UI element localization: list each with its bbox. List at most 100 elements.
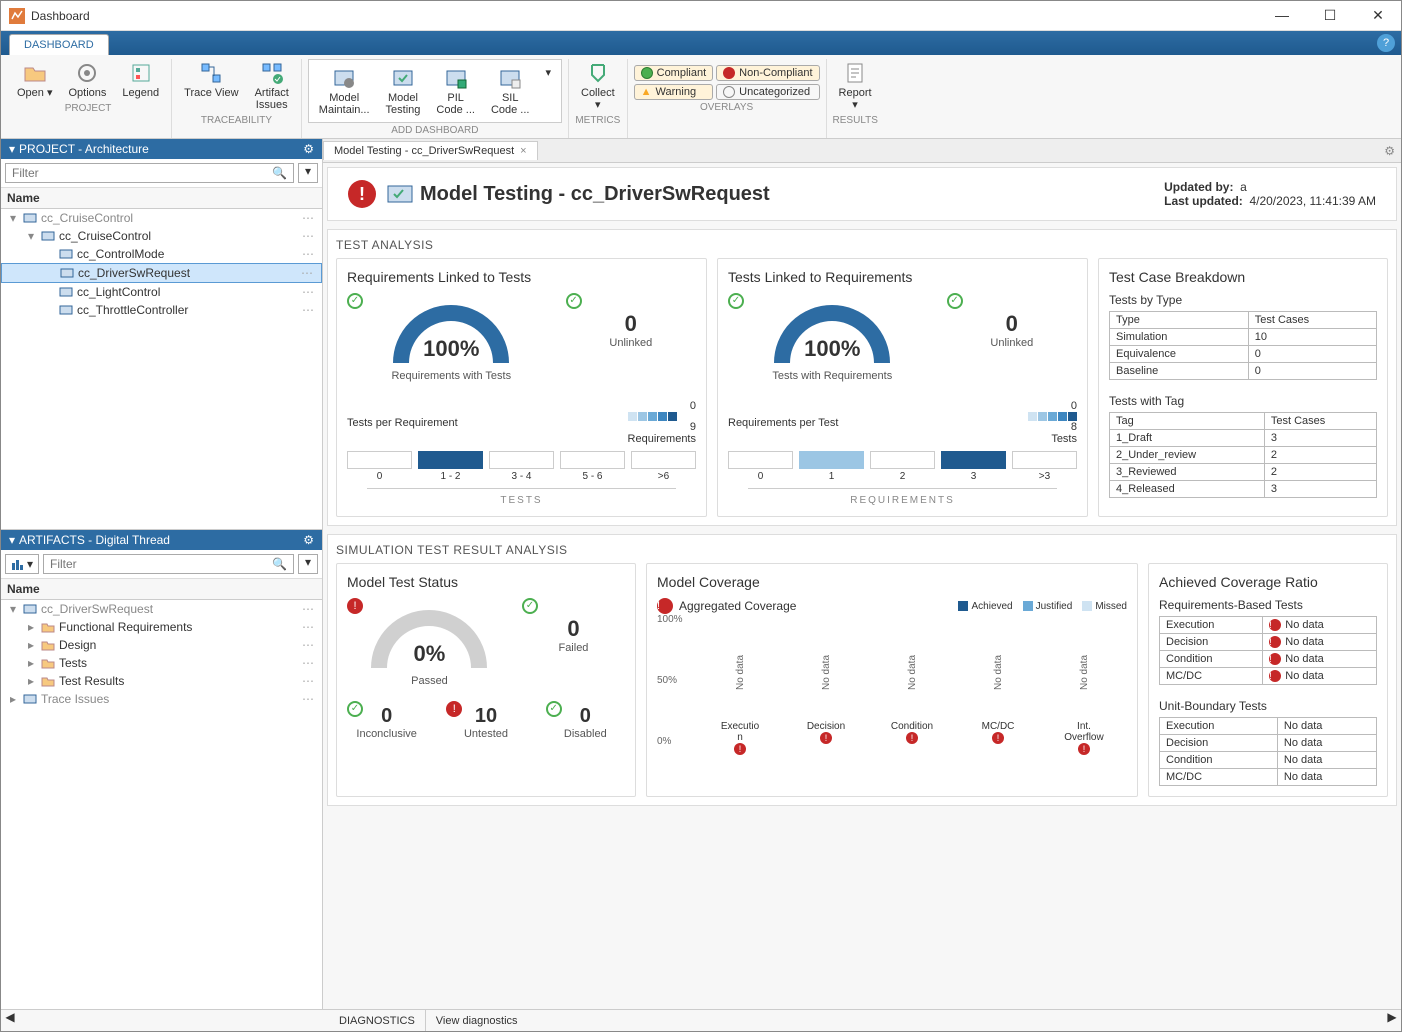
tree-item-menu-icon[interactable]: ⋯ [302,285,318,299]
overlay-compliant[interactable]: Compliant [634,65,714,81]
document-tab[interactable]: Model Testing - cc_DriverSwRequest× [323,141,538,160]
tree-item[interactable]: ▸Functional Requirements⋯ [1,618,322,636]
table-row[interactable]: Condition!No data [1160,651,1377,668]
artifacts-tree[interactable]: ▾cc_DriverSwRequest⋯▸Functional Requirem… [1,600,322,1009]
tree-item-menu-icon[interactable]: ⋯ [302,674,318,688]
tree-item-menu-icon[interactable]: ⋯ [302,602,318,616]
search-icon[interactable]: 🔍 [266,555,293,573]
table-row[interactable]: MC/DC!No data [1160,668,1377,685]
table-row[interactable]: 2_Under_review2 [1110,447,1377,464]
tree-item-menu-icon[interactable]: ⋯ [302,656,318,670]
tree-item[interactable]: ▸Test Results⋯ [1,672,322,690]
table-row[interactable]: 4_Released3 [1110,481,1377,498]
tree-item-menu-icon[interactable]: ⋯ [302,247,318,261]
model-maintain-button[interactable]: Model Maintain... [313,64,376,118]
artifacts-view-toggle[interactable]: ▾ [5,554,39,574]
scroll-right-button[interactable]: ▶ [1383,1010,1401,1031]
table-row[interactable]: ConditionNo data [1160,752,1377,769]
tree-item[interactable]: cc_ThrottleController⋯ [1,301,322,319]
table-row[interactable]: Simulation10 [1110,329,1377,346]
table-row[interactable]: 3_Reviewed2 [1110,464,1377,481]
tree-toggle-icon[interactable]: ▸ [25,674,37,688]
project-filter-dropdown[interactable]: ▾ [298,163,318,183]
help-button[interactable]: ? [1377,34,1395,52]
artifacts-filter[interactable]: 🔍 [43,554,294,574]
tree-toggle-icon[interactable]: ▾ [7,211,19,225]
dist-bin[interactable]: >3 [1012,451,1077,482]
ribbon-tab-dashboard[interactable]: DASHBOARD [9,34,109,55]
close-button[interactable]: ✕ [1363,7,1393,24]
dist-bin[interactable]: 3 - 4 [489,451,554,482]
search-icon[interactable]: 🔍 [266,164,293,182]
artifacts-panel-gear-icon[interactable]: ⚙ [303,533,314,547]
tree-toggle-icon[interactable]: ▾ [7,602,19,616]
dist-bin[interactable]: 1 - 2 [418,451,483,482]
dist-bin[interactable]: 0 [347,451,412,482]
diagnostics-label[interactable]: DIAGNOSTICS [329,1010,426,1031]
table-row[interactable]: Baseline0 [1110,363,1377,380]
traceview-button[interactable]: Trace View [178,59,244,101]
dist-bin[interactable]: 3 [941,451,1006,482]
report-button[interactable]: Report▾ [833,59,878,113]
tree-item[interactable]: cc_ControlMode⋯ [1,245,322,263]
project-filter-input[interactable] [6,164,266,182]
artifact-issues-button[interactable]: Artifact Issues [249,59,295,113]
project-tree[interactable]: ▾cc_CruiseControl⋯▾cc_CruiseControl⋯cc_C… [1,209,322,529]
overlay-warning[interactable]: ▲Warning [634,84,714,100]
maximize-button[interactable]: ☐ [1315,7,1345,24]
project-filter[interactable]: 🔍 [5,163,294,183]
table-row[interactable]: DecisionNo data [1160,735,1377,752]
dist-bin[interactable]: >6 [631,451,696,482]
tree-toggle-icon[interactable]: ▸ [7,692,19,706]
tree-item[interactable]: ▸ Design ⋯ [1,636,322,654]
close-tab-icon[interactable]: × [520,145,526,157]
model-testing-button[interactable]: Model Testing [380,64,427,118]
table-row[interactable]: ExecutionNo data [1160,718,1377,735]
tree-item[interactable]: cc_LightControl⋯ [1,283,322,301]
dist-bin[interactable]: 1 [799,451,864,482]
project-panel-gear-icon[interactable]: ⚙ [303,142,314,156]
tree-toggle-icon[interactable]: ▾ [25,229,37,243]
artifacts-filter-dropdown[interactable]: ▾ [298,554,318,574]
sil-code-button[interactable]: SIL Code ... [485,64,536,118]
tree-item[interactable]: ▸Trace Issues⋯ [1,690,322,708]
tree-item[interactable]: cc_DriverSwRequest⋯ [1,263,322,283]
pil-code-button[interactable]: PIL Code ... [430,64,481,118]
tree-item-label: Design [59,638,96,652]
minimize-button[interactable]: — [1267,7,1297,24]
dist-bin[interactable]: 2 [870,451,935,482]
table-row[interactable]: 1_Draft3 [1110,430,1377,447]
view-diagnostics-link[interactable]: View diagnostics [426,1010,528,1031]
tree-item-menu-icon[interactable]: ⋯ [302,620,318,634]
tree-item[interactable]: ▾cc_CruiseControl⋯ [1,209,322,227]
dist-bin[interactable]: 0 [728,451,793,482]
tree-item[interactable]: ▾cc_CruiseControl⋯ [1,227,322,245]
legend-button[interactable]: Legend [116,59,165,101]
artifacts-filter-input[interactable] [44,555,266,573]
tree-item-menu-icon[interactable]: ⋯ [302,211,318,225]
tree-item-menu-icon[interactable]: ⋯ [302,638,318,652]
table-row[interactable]: MC/DCNo data [1160,769,1377,786]
tree-toggle-icon[interactable]: ▸ [25,638,37,652]
table-row[interactable]: Execution!No data [1160,617,1377,634]
tree-toggle-icon[interactable]: ▸ [25,656,37,670]
table-row[interactable]: Equivalence0 [1110,346,1377,363]
tree-item[interactable]: ▾cc_DriverSwRequest⋯ [1,600,322,618]
document-tabs-gear-icon[interactable]: ⚙ [1384,144,1395,158]
tree-toggle-icon[interactable]: ▸ [25,620,37,634]
open-button[interactable]: Open ▾ [11,59,59,101]
overlay-uncategorized[interactable]: Uncategorized [716,84,819,100]
coverage-column: No dataMC/DC! [955,632,1041,774]
overlay-noncompliant[interactable]: Non-Compliant [716,65,819,81]
options-button[interactable]: Options [63,59,113,101]
tree-item-menu-icon[interactable]: ⋯ [301,266,317,280]
scroll-left-button[interactable]: ◀ [1,1010,19,1031]
tree-item-menu-icon[interactable]: ⋯ [302,229,318,243]
tree-item-menu-icon[interactable]: ⋯ [302,692,318,706]
table-row[interactable]: Decision!No data [1160,634,1377,651]
tree-item[interactable]: ▸Tests⋯ [1,654,322,672]
dist-bin[interactable]: 5 - 6 [560,451,625,482]
tree-item-menu-icon[interactable]: ⋯ [302,303,318,317]
add-dashboard-more-button[interactable]: ▾ [539,64,557,118]
collect-button[interactable]: Collect▾ [575,59,621,113]
